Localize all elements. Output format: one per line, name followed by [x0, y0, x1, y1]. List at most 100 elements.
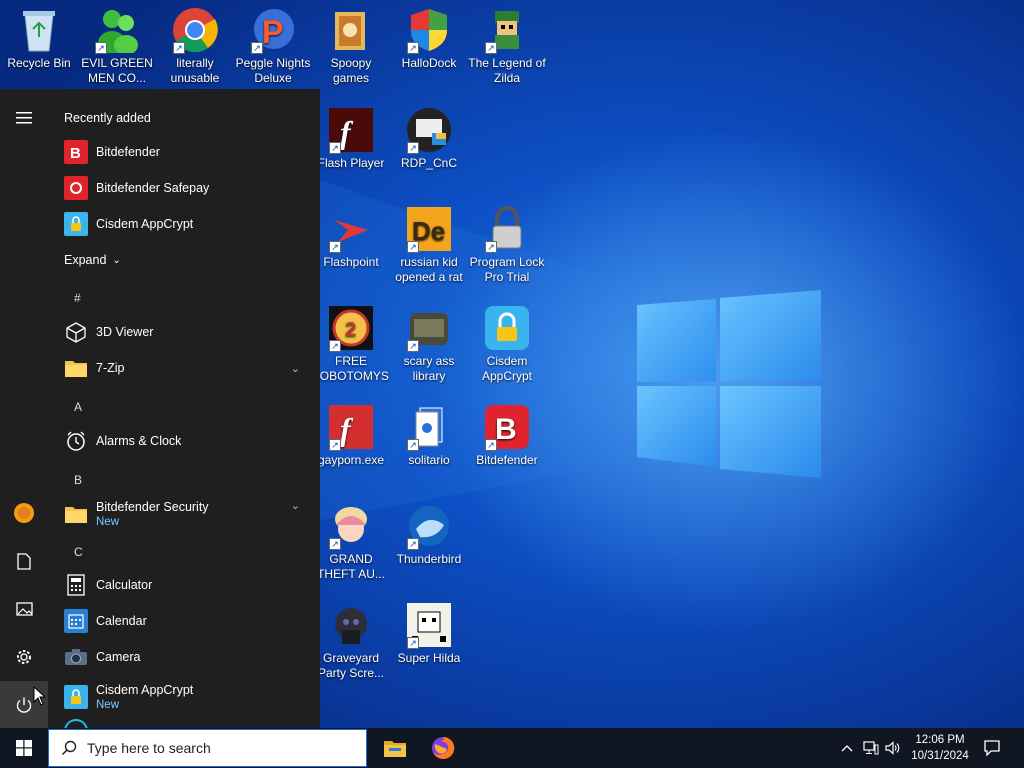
chevron-down-icon: ⌄	[112, 254, 121, 266]
desktop-icon-spoopy-games[interactable]: Spoopy games	[312, 6, 390, 86]
app-item-cisdem-appcrypt-recent[interactable]: Cisdem AppCrypt	[48, 206, 320, 242]
desktop-icon-graveyard-party[interactable]: Graveyard Party Scre...	[312, 601, 390, 681]
desktop-icon-label: russian kid opened a rat	[395, 255, 463, 284]
group-letter-hash[interactable]: #	[74, 291, 81, 305]
desktop-icon-literally-unusable[interactable]: ↗ literally unusable	[156, 6, 234, 86]
desktop-icon-label: Thunderbird	[396, 552, 462, 566]
graveyard-icon	[327, 601, 375, 649]
desktop-icon-cisdem-appcrypt[interactable]: Cisdem AppCrypt	[468, 304, 546, 384]
folder-icon	[64, 502, 88, 526]
desktop-icon-label: Peggle Nights Deluxe	[235, 56, 311, 85]
app-item-calendar[interactable]: Calendar	[48, 603, 320, 639]
desktop-icon-label: Recycle Bin	[7, 56, 71, 70]
app-item-bitdefender-safepay[interactable]: Bitdefender Safepay	[48, 170, 320, 206]
hamburger-menu-icon[interactable]	[0, 94, 48, 142]
desktop-icon-thunderbird[interactable]: ↗ Thunderbird	[390, 502, 468, 567]
desktop-icon-label: Cisdem AppCrypt	[481, 354, 533, 383]
alarm-clock-icon	[64, 429, 88, 453]
app-name: Bitdefender	[96, 145, 160, 159]
firefox-icon[interactable]	[419, 728, 467, 768]
desktop-icon-label: Flashpoint	[323, 255, 379, 269]
start-menu-rail	[0, 89, 48, 728]
search-input[interactable]	[87, 740, 347, 756]
desktop-icon-grand-theft-au[interactable]: ↗ GRAND THEFT AU...	[312, 502, 390, 582]
svg-text:B: B	[70, 145, 81, 160]
windows-logo-icon	[16, 740, 32, 756]
group-letter-c[interactable]: C	[74, 545, 83, 559]
taskbar-search-box[interactable]	[48, 729, 367, 767]
app-item-bitdefender[interactable]: B Bitdefender	[48, 134, 320, 170]
desktop-icon-solitario[interactable]: ↗ solitario	[390, 403, 468, 468]
desktop-icon-label: Super Hilda	[397, 651, 461, 665]
desktop-icon-rdp-cnc[interactable]: ↗ RDP_CnC	[390, 106, 468, 171]
folder-icon	[327, 6, 375, 54]
app-item-bitdefender-security[interactable]: Bitdefender Security New ⌄	[48, 493, 320, 535]
app-name: Calculator	[96, 578, 153, 592]
volume-icon[interactable]	[882, 728, 904, 768]
expand-button[interactable]: Expand ⌄	[64, 253, 121, 267]
de-icon: De ↗	[405, 205, 453, 253]
link-sprite-icon: ↗	[483, 6, 531, 54]
anime-girl-icon: ↗	[327, 502, 375, 550]
desktop-icon-peggle[interactable]: P ↗ Peggle Nights Deluxe	[234, 6, 312, 86]
app-item-3d-viewer[interactable]: 3D Viewer	[48, 314, 320, 350]
appcrypt-icon	[64, 212, 88, 236]
desktop-icon-label: GRAND THEFT AU...	[317, 552, 385, 581]
app-item-camera[interactable]: Camera	[48, 639, 320, 675]
calculator-icon	[64, 573, 88, 597]
desktop-icon-scary-ass-library[interactable]: ↗ scary ass library	[390, 304, 468, 384]
chevron-down-icon[interactable]: ⌄	[291, 499, 300, 512]
app-item-alarms-clock[interactable]: Alarms & Clock	[48, 423, 320, 459]
desktop-icon-label: solitario	[408, 453, 450, 467]
start-button[interactable]	[0, 728, 48, 768]
file-explorer-icon[interactable]	[371, 728, 419, 768]
desktop-icon-hallodock[interactable]: ↗ HalloDock	[390, 6, 468, 71]
desktop-icon-recycle-bin[interactable]: Recycle Bin	[0, 6, 78, 71]
camera-icon	[64, 645, 88, 669]
appcrypt-icon	[64, 685, 88, 709]
pictures-icon[interactable]	[0, 585, 48, 633]
user-avatar-icon[interactable]	[0, 489, 48, 537]
documents-icon[interactable]	[0, 537, 48, 585]
solitaire-icon: ↗	[405, 403, 453, 451]
desktop-icon-program-lock[interactable]: ↗ Program Lock Pro Trial	[468, 205, 546, 285]
desktop-icon-gayporn-exe[interactable]: f ↗ gayporn.exe	[312, 403, 390, 468]
chrome-icon: ↗	[171, 6, 219, 54]
flashpoint-icon: ↗	[327, 205, 375, 253]
app-name: Cisdem AppCrypt	[96, 217, 194, 231]
desktop-icon-super-hilda[interactable]: ↗ Super Hilda	[390, 601, 468, 666]
flash-icon: f ↗	[327, 403, 375, 451]
network-icon[interactable]	[860, 728, 882, 768]
group-letter-b[interactable]: B	[74, 473, 82, 487]
desktop-icon-evil-green-men[interactable]: ↗ EVIL GREEN MEN CO...	[78, 6, 156, 86]
taskbar-clock[interactable]: 12:06 PM 10/31/2024	[904, 728, 976, 768]
desktop-icon-flashpoint[interactable]: ↗ Flashpoint	[312, 205, 390, 270]
desktop-icon-free-lobotomys[interactable]: 2 ↗ FREE LOBOTOMYS	[312, 304, 390, 384]
desktop-icon-label: Graveyard Party Scre...	[317, 651, 385, 680]
cortana-icon-partial	[64, 719, 88, 728]
desktop-icon-label: Flash Player	[317, 156, 385, 170]
desktop-icon-label: EVIL GREEN MEN CO...	[81, 56, 153, 85]
desktop-icon-bitdefender[interactable]: B ↗ Bitdefender	[468, 403, 546, 468]
recycle-bin-icon	[15, 6, 63, 54]
app-name: Calendar	[96, 614, 147, 628]
app-name: 7-Zip	[96, 361, 125, 375]
gauge-icon: 2 ↗	[327, 304, 375, 352]
desktop-icon-flash-player[interactable]: f ↗ Flash Player	[312, 106, 390, 171]
app-item-7-zip[interactable]: 7-Zip ⌄	[48, 350, 320, 386]
desktop-icon-legend-of-zilda[interactable]: ↗ The Legend of Zilda	[468, 6, 546, 86]
chevron-down-icon[interactable]: ⌄	[291, 362, 300, 375]
app-name: Bitdefender Safepay	[96, 181, 210, 195]
svg-text:2: 2	[345, 319, 356, 341]
shield-icon: ↗	[405, 6, 453, 54]
app-item-cisdem-appcrypt[interactable]: Cisdem AppCrypt New	[48, 676, 320, 718]
rdp-icon: ↗	[405, 106, 453, 154]
svg-text:B: B	[495, 413, 517, 446]
show-hidden-icons-chevron-up-icon[interactable]	[836, 728, 858, 768]
group-letter-a[interactable]: A	[74, 400, 82, 414]
app-name: Alarms & Clock	[96, 434, 182, 448]
action-center-notification-icon[interactable]	[976, 728, 1008, 768]
desktop-icon-russian-kid[interactable]: De ↗ russian kid opened a rat	[390, 205, 468, 285]
app-item-calculator[interactable]: Calculator	[48, 567, 320, 603]
settings-gear-icon[interactable]	[0, 633, 48, 681]
